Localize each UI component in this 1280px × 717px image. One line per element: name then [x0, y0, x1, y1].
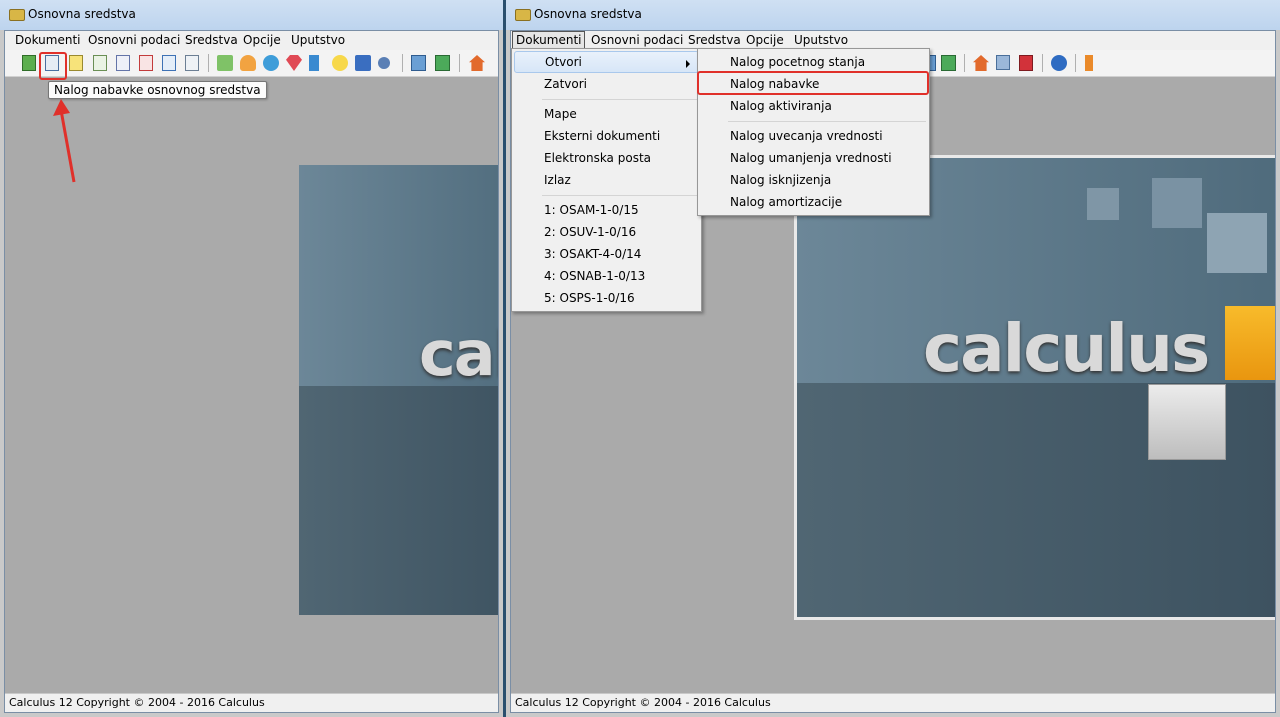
red-arrow-annotation	[53, 99, 76, 183]
menu-item-eksterni-dokumenti[interactable]: Eksterni dokumenti	[514, 125, 699, 147]
menu-item-nalog-umanjenja-vrednosti[interactable]: Nalog umanjenja vrednosti	[700, 147, 927, 169]
title-bar[interactable]: Osnovna sredstva	[506, 0, 1280, 30]
toolbar-separator	[459, 54, 460, 72]
toolbar-separator	[402, 54, 403, 72]
user-icon[interactable]	[240, 55, 256, 71]
info-icon[interactable]	[355, 55, 371, 71]
home-icon[interactable]	[469, 55, 485, 71]
menu-uputstvo[interactable]: Uputstvo	[289, 33, 347, 47]
excel-icon[interactable]	[941, 55, 956, 71]
document-delete-icon[interactable]	[139, 55, 153, 71]
menu-item-zatvori[interactable]: Zatvori	[514, 73, 699, 95]
menu-separator	[728, 121, 926, 122]
menu-opcije[interactable]: Opcije	[241, 33, 283, 47]
toolbar-separator	[964, 54, 965, 72]
menu-item-nalog-isknjizenja[interactable]: Nalog isknjizenja	[700, 169, 927, 191]
help-icon[interactable]	[1051, 55, 1067, 71]
right-app-window: Osnovna sredstva Dokumenti Osnovni podac…	[506, 0, 1280, 717]
menu-item-izlaz[interactable]: Izlaz	[514, 169, 699, 191]
splash-logo-text: cal	[419, 317, 498, 390]
decor-gray-square	[1148, 384, 1226, 460]
menu-osnovni-podaci[interactable]: Osnovni podaci	[589, 33, 685, 47]
menu-item-elektronska-posta[interactable]: Elektronska posta	[514, 147, 699, 169]
gem-icon[interactable]	[286, 55, 302, 71]
menu-item-nalog-aktiviranja[interactable]: Nalog aktiviranja	[700, 95, 927, 117]
recent-file-item[interactable]: 4: OSNAB-1-0/13	[514, 265, 699, 287]
toolbar-separator	[1042, 54, 1043, 72]
zoom-icon[interactable]	[996, 55, 1010, 70]
share-icon[interactable]	[378, 57, 390, 69]
status-bar: Calculus 12 Copyright © 2004 - 2016 Calc…	[511, 693, 1275, 712]
menu-dokumenti[interactable]: Dokumenti	[512, 31, 586, 49]
recent-file-item[interactable]: 2: OSUV-1-0/16	[514, 221, 699, 243]
menu-item-label: Otvori	[545, 55, 582, 69]
decor-square	[1207, 213, 1267, 273]
decor-square	[1152, 178, 1202, 228]
app-folder-icon	[9, 9, 25, 21]
menu-item-otvori[interactable]: Otvori	[514, 51, 699, 73]
menu-item-nalog-amortizacije[interactable]: Nalog amortizacije	[700, 191, 927, 213]
tree-icon[interactable]	[309, 55, 319, 71]
app-folder-icon	[515, 9, 531, 21]
decor-square	[1087, 188, 1119, 220]
recent-file-item[interactable]: 1: OSAM-1-0/15	[514, 199, 699, 221]
menu-uputstvo[interactable]: Uputstvo	[792, 33, 850, 47]
pdf-icon[interactable]	[1019, 55, 1033, 71]
menu-item-nalog-uvecanja-vrednosti[interactable]: Nalog uvecanja vrednosti	[700, 125, 927, 147]
menu-separator	[542, 195, 698, 196]
toolbar-separator	[1075, 54, 1076, 72]
home-icon[interactable]	[973, 55, 989, 71]
document-edit-icon[interactable]	[116, 55, 130, 71]
org-chart-icon[interactable]	[217, 55, 233, 71]
menu-opcije[interactable]: Opcije	[744, 33, 786, 47]
menu-osnovni-podaci[interactable]: Osnovni podaci	[86, 33, 182, 47]
status-bar: Calculus 12 Copyright © 2004 - 2016 Calc…	[5, 693, 498, 712]
submenu-arrow-icon	[686, 60, 690, 68]
recent-file-item[interactable]: 3: OSAKT-4-0/14	[514, 243, 699, 265]
menu-separator	[542, 99, 698, 100]
splash-logo-text: calculus 12	[923, 310, 1275, 387]
globe-icon[interactable]	[263, 55, 279, 71]
document-search-icon[interactable]	[185, 55, 199, 71]
exit-icon[interactable]	[1085, 55, 1093, 71]
highlight-box	[697, 71, 929, 95]
splash-panel: cal	[299, 165, 498, 615]
menu-item-mape[interactable]: Mape	[514, 103, 699, 125]
window-title: Osnovna sredstva	[534, 7, 642, 21]
menu-bar: Dokumenti Osnovni podaci Sredstva Opcije…	[5, 31, 498, 50]
calculator-icon[interactable]	[411, 55, 426, 71]
left-app-window: Osnovna sredstva Dokumenti Osnovni podac…	[0, 0, 503, 717]
menu-sredstva[interactable]: Sredstva	[686, 33, 743, 47]
document-yellow-icon[interactable]	[69, 55, 83, 71]
splash-bottom	[299, 385, 498, 615]
recent-file-item[interactable]: 5: OSPS-1-0/16	[514, 287, 699, 309]
document-green-icon[interactable]	[22, 55, 36, 71]
toolbar-separator	[208, 54, 209, 72]
window-title: Osnovna sredstva	[28, 7, 136, 21]
menu-item-nalog-pocetnog-stanja[interactable]: Nalog pocetnog stanja	[700, 51, 927, 73]
excel-icon[interactable]	[435, 55, 450, 71]
menu-dokumenti[interactable]: Dokumenti	[13, 33, 82, 47]
dokumenti-dropdown: Otvori Zatvori Mape Eksterni dokumenti E…	[511, 48, 702, 312]
decor-orange-square	[1225, 306, 1275, 380]
menu-sredstva[interactable]: Sredstva	[183, 33, 240, 47]
document-add-icon[interactable]	[93, 55, 107, 71]
splash-panel: calculus 12	[794, 155, 1275, 620]
document-refresh-icon[interactable]	[162, 55, 176, 71]
lightbulb-icon[interactable]	[332, 55, 348, 71]
title-bar[interactable]: Osnovna sredstva	[0, 0, 503, 30]
toolbar	[5, 50, 498, 77]
highlight-box	[39, 52, 67, 80]
